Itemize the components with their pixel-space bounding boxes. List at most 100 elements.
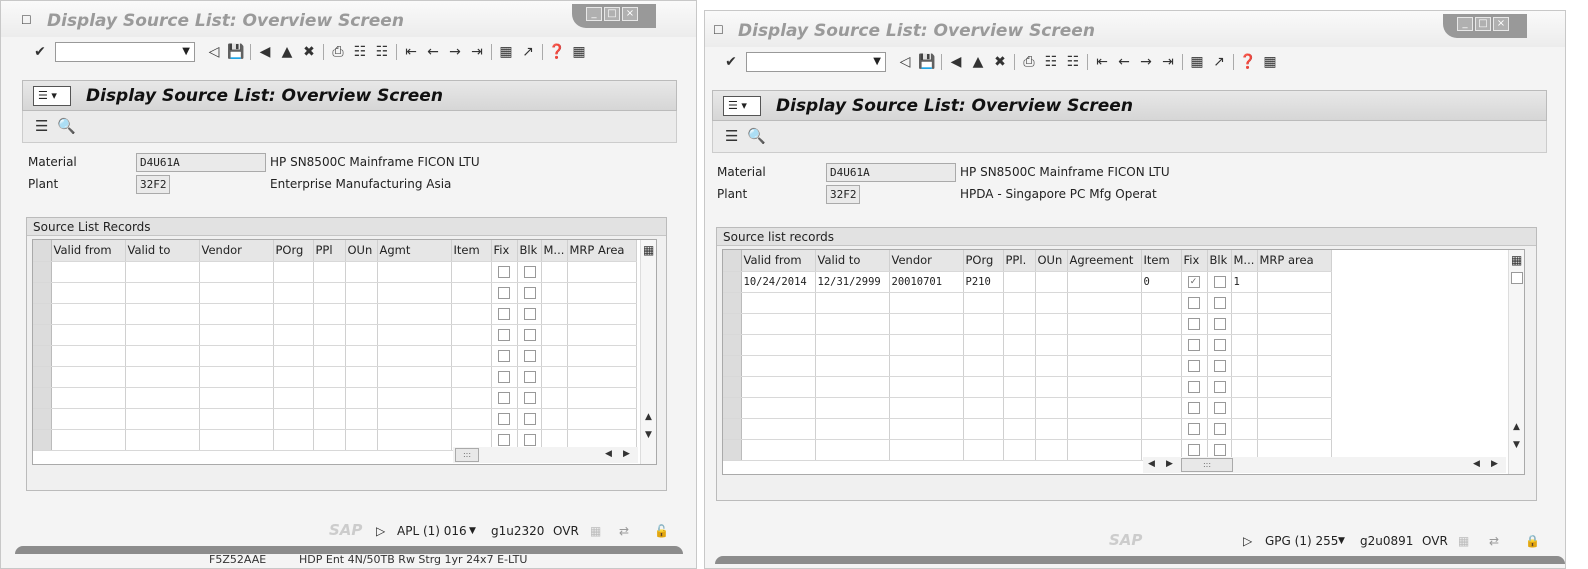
- back-nav-icon[interactable]: ◀: [254, 42, 276, 62]
- print-icon[interactable]: ⎙: [1018, 52, 1040, 72]
- col-m[interactable]: M...: [541, 240, 568, 262]
- table-cell[interactable]: [451, 261, 492, 283]
- table-cell[interactable]: [491, 366, 518, 388]
- table-cell[interactable]: [313, 345, 346, 367]
- table-cell[interactable]: [963, 439, 1004, 461]
- table-cell[interactable]: [567, 366, 637, 388]
- table-cell[interactable]: [1257, 355, 1332, 377]
- new-session-icon[interactable]: ▦: [1186, 52, 1208, 72]
- table-cell[interactable]: [1257, 334, 1332, 356]
- help-icon[interactable]: ❓: [1237, 52, 1259, 72]
- left-horizontal-scrollbar[interactable]: ::: ◀ ▶: [453, 447, 638, 463]
- fix-checkbox[interactable]: [497, 329, 510, 341]
- cell-blk[interactable]: [1207, 271, 1232, 293]
- last-page-icon[interactable]: ⇥: [466, 42, 488, 62]
- table-cell[interactable]: [1231, 334, 1258, 356]
- table-cell[interactable]: [1231, 376, 1258, 398]
- find-next-icon[interactable]: ☷: [371, 42, 393, 62]
- select-all-cell[interactable]: [723, 250, 742, 272]
- col-item[interactable]: Item: [451, 240, 492, 262]
- row-selector[interactable]: [33, 366, 52, 388]
- table-cell[interactable]: [1231, 418, 1258, 440]
- new-session-icon[interactable]: ▦: [495, 42, 517, 62]
- table-cell[interactable]: [451, 282, 492, 304]
- row-selector[interactable]: [33, 429, 52, 451]
- table-cell[interactable]: [567, 261, 637, 283]
- right-system-info[interactable]: GPG (1) 255: [1265, 534, 1338, 548]
- table-cell[interactable]: [517, 345, 542, 367]
- table-cell[interactable]: [567, 324, 637, 346]
- fix-checkbox[interactable]: [497, 434, 510, 446]
- table-cell[interactable]: [377, 429, 452, 451]
- cell-porg[interactable]: P210: [963, 271, 1004, 293]
- table-row[interactable]: [33, 303, 637, 325]
- table-cell[interactable]: [567, 345, 637, 367]
- table-cell[interactable]: [273, 324, 314, 346]
- table-row[interactable]: 10/24/2014 12/31/2999 20010701 P210 0 ✓ …: [723, 271, 1332, 293]
- table-cell[interactable]: [815, 439, 890, 461]
- row-selector[interactable]: [723, 313, 742, 335]
- command-dropdown-icon[interactable]: ▼: [182, 43, 190, 61]
- table-cell[interactable]: [741, 355, 816, 377]
- col-valid-to[interactable]: Valid to: [125, 240, 200, 262]
- blk-checkbox[interactable]: [523, 371, 536, 383]
- table-cell[interactable]: [1035, 355, 1068, 377]
- table-cell[interactable]: [1067, 334, 1142, 356]
- find-icon[interactable]: ☷: [349, 42, 371, 62]
- table-cell[interactable]: [491, 387, 518, 409]
- fix-checkbox[interactable]: [1187, 318, 1200, 330]
- col-agreement[interactable]: Agreement: [1067, 250, 1142, 272]
- table-cell[interactable]: [1181, 334, 1208, 356]
- table-cell[interactable]: [451, 345, 492, 367]
- table-cell[interactable]: [741, 292, 816, 314]
- table-row[interactable]: [723, 355, 1332, 377]
- find-icon[interactable]: ☷: [1040, 52, 1062, 72]
- window-menu-icon[interactable]: ☐: [21, 14, 35, 26]
- table-cell[interactable]: [377, 345, 452, 367]
- col-mrp-area[interactable]: MRP area: [1257, 250, 1332, 272]
- left-menu-button[interactable]: ☰ ▾: [33, 86, 71, 106]
- table-cell[interactable]: [517, 366, 542, 388]
- previous-page-icon[interactable]: ←: [1113, 52, 1135, 72]
- cell-m[interactable]: 1: [1231, 271, 1258, 293]
- table-cell[interactable]: [567, 387, 637, 409]
- table-cell[interactable]: [963, 313, 1004, 335]
- blk-checkbox[interactable]: [1213, 402, 1226, 414]
- last-page-icon[interactable]: ⇥: [1157, 52, 1179, 72]
- table-cell[interactable]: [815, 313, 890, 335]
- table-cell[interactable]: [51, 366, 126, 388]
- table-cell[interactable]: [741, 439, 816, 461]
- table-cell[interactable]: [199, 261, 274, 283]
- save-icon[interactable]: 💾: [225, 42, 247, 62]
- right-command-field[interactable]: ▼: [746, 52, 886, 72]
- table-cell[interactable]: [541, 282, 568, 304]
- col-vendor[interactable]: Vendor: [199, 240, 274, 262]
- table-cell[interactable]: [889, 292, 964, 314]
- table-cell[interactable]: [51, 303, 126, 325]
- table-cell[interactable]: [1003, 376, 1036, 398]
- row-selector[interactable]: [723, 376, 742, 398]
- fix-checkbox[interactable]: [1187, 297, 1200, 309]
- table-cell[interactable]: [51, 408, 126, 430]
- first-page-icon[interactable]: ⇤: [1091, 52, 1113, 72]
- table-cell[interactable]: [889, 418, 964, 440]
- cell-oun[interactable]: [1035, 271, 1068, 293]
- table-cell[interactable]: [815, 418, 890, 440]
- table-cell[interactable]: [125, 303, 200, 325]
- table-cell[interactable]: [1067, 313, 1142, 335]
- table-cell[interactable]: [517, 303, 542, 325]
- table-cell[interactable]: [1003, 313, 1036, 335]
- table-cell[interactable]: [815, 334, 890, 356]
- back-nav-icon[interactable]: ◀: [945, 52, 967, 72]
- col-porg[interactable]: POrg: [963, 250, 1004, 272]
- table-cell[interactable]: [1067, 439, 1142, 461]
- scroll-down-icon[interactable]: ▼: [645, 430, 652, 440]
- col-agmt[interactable]: Agmt: [377, 240, 452, 262]
- scroll-right-icon[interactable]: ▶: [623, 449, 630, 459]
- cell-valid-from[interactable]: 10/24/2014: [741, 271, 816, 293]
- fix-checkbox[interactable]: [497, 350, 510, 362]
- scroll-left-icon[interactable]: ◀: [1148, 459, 1155, 469]
- fix-checkbox[interactable]: [1187, 381, 1200, 393]
- cell-agreement[interactable]: [1067, 271, 1142, 293]
- table-cell[interactable]: [1141, 397, 1182, 419]
